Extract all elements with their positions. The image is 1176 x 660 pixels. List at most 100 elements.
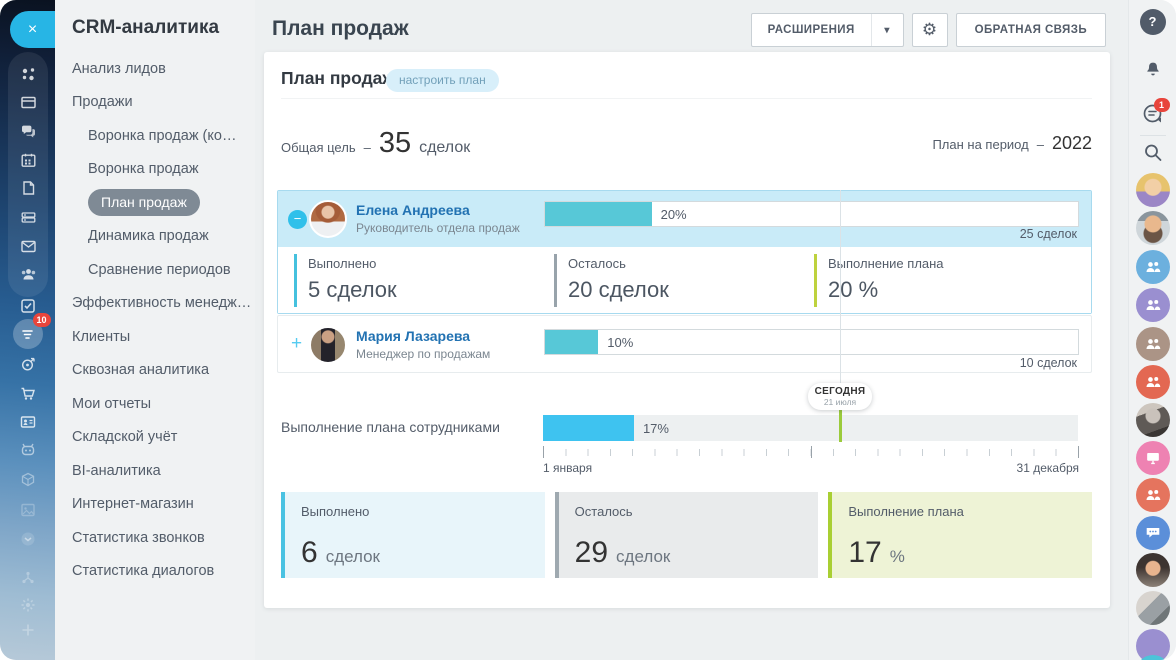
today-marker-line bbox=[839, 408, 842, 442]
group-avatar-orange[interactable] bbox=[1136, 478, 1170, 512]
goal-dash: – bbox=[364, 140, 371, 155]
avatar-elena[interactable] bbox=[309, 200, 347, 238]
employee-role: Руководитель отдела продаж bbox=[356, 221, 520, 235]
card-header-divider bbox=[281, 98, 1092, 99]
notifications-bell-icon[interactable] bbox=[1142, 60, 1163, 81]
sidebar-item-sales-funnel[interactable]: Воронка продаж bbox=[55, 153, 255, 187]
goal-value: 35 bbox=[379, 127, 411, 160]
group-icon bbox=[1144, 373, 1162, 391]
calendar-icon[interactable] bbox=[20, 152, 37, 169]
group-icon bbox=[1144, 296, 1162, 314]
avatar-office-photo[interactable] bbox=[1136, 591, 1170, 625]
progress-fill bbox=[545, 202, 652, 226]
goal-label: Общая цель bbox=[281, 140, 356, 155]
avatar-maria[interactable] bbox=[309, 326, 347, 364]
progress-fill bbox=[543, 415, 634, 441]
menu-close-button[interactable]: × bbox=[10, 11, 55, 48]
sidebar-item-lead-analysis[interactable]: Анализ лидов bbox=[55, 52, 255, 86]
sidebar-item-clients[interactable]: Клиенты bbox=[55, 320, 255, 354]
marketing-icon[interactable] bbox=[19, 356, 36, 373]
sidebar-item-manager-efficiency[interactable]: Эффективность менедж… bbox=[55, 287, 255, 321]
stat-done: Выполнено 5 сделок bbox=[294, 254, 397, 307]
period-value: 2022 bbox=[1052, 133, 1092, 154]
timeline-start-label: 1 января bbox=[543, 461, 592, 475]
employee-row-maria: + Мария Лазарева Менеджер по продажам 10… bbox=[277, 315, 1092, 373]
employee-name-link[interactable]: Мария Лазарева bbox=[356, 328, 470, 344]
employees-icon[interactable] bbox=[20, 266, 37, 283]
avatar-woman-blonde[interactable] bbox=[1136, 173, 1170, 207]
sidebar-item-period-comparison[interactable]: Сравнение периодов bbox=[55, 253, 255, 287]
mail-icon[interactable] bbox=[20, 238, 37, 255]
group-avatar-brown[interactable] bbox=[1136, 327, 1170, 361]
avatar-woman-photo[interactable] bbox=[1136, 403, 1170, 437]
settings-button[interactable]: ⚙ bbox=[912, 13, 948, 47]
employee-name-link[interactable]: Елена Андреева bbox=[356, 202, 470, 218]
chevron-down-icon[interactable] bbox=[19, 531, 36, 548]
avatar-woman-photo-2[interactable] bbox=[1136, 553, 1170, 587]
employee-group-elena: − Елена Андреева Руководитель отдела про… bbox=[277, 190, 1092, 314]
crm-funnel-icon bbox=[19, 326, 36, 343]
major-tick-end bbox=[1078, 446, 1079, 458]
warehouse-icon[interactable] bbox=[19, 472, 36, 489]
summary-card-plan-completion: Выполнение плана 17% bbox=[828, 492, 1092, 578]
contact-center-icon[interactable] bbox=[19, 414, 36, 431]
group-avatar-red[interactable] bbox=[1136, 365, 1170, 399]
group-avatar-purple[interactable] bbox=[1136, 288, 1170, 322]
tasks-icon[interactable] bbox=[19, 298, 36, 315]
right-rail: ? 1 bbox=[1128, 0, 1176, 660]
crm-icon[interactable]: 10 bbox=[13, 319, 43, 349]
collapse-button[interactable]: − bbox=[288, 210, 307, 229]
left-rail-icon-group bbox=[8, 52, 48, 297]
drive-icon[interactable] bbox=[20, 209, 37, 226]
sidebar-item-end-to-end-analytics[interactable]: Сквозная аналитика bbox=[55, 354, 255, 388]
live-feed-icon[interactable] bbox=[20, 66, 37, 83]
goal-row: Общая цель – 35 сделок План на период – … bbox=[281, 122, 1092, 164]
group-avatar-chat[interactable] bbox=[1136, 516, 1170, 550]
timeline-labels: 1 января 31 декабря bbox=[543, 461, 1079, 475]
sidebar-item-sales-funnel-conversion[interactable]: Воронка продаж (ко… bbox=[55, 119, 255, 153]
help-button[interactable]: ? bbox=[1140, 9, 1166, 35]
sidebar-item-bi-analytics[interactable]: BI-аналитика bbox=[55, 454, 255, 488]
workspace-icon[interactable] bbox=[20, 94, 37, 111]
employee-progress-bar: 20% bbox=[544, 201, 1079, 227]
configure-plan-chip[interactable]: настроить план bbox=[386, 69, 499, 92]
stat-remaining: Осталось 20 сделок bbox=[554, 254, 669, 307]
sidebar-item-online-store[interactable]: Интернет-магазин bbox=[55, 488, 255, 522]
card-title: План продаж bbox=[281, 68, 395, 89]
search-icon[interactable] bbox=[1143, 143, 1162, 162]
sidebar-item-warehouse[interactable]: Складской учёт bbox=[55, 421, 255, 455]
sidebar-item-sales-plan-active[interactable]: План продаж bbox=[55, 186, 255, 220]
messenger-icon[interactable] bbox=[20, 123, 37, 140]
online-store-icon[interactable] bbox=[19, 386, 36, 403]
messenger-button[interactable]: 1 bbox=[1141, 102, 1165, 126]
sidebar-item-my-reports[interactable]: Мои отчеты bbox=[55, 387, 255, 421]
period-label: План на период bbox=[932, 137, 1028, 152]
sidebar-item-dialog-statistics[interactable]: Статистика диалогов bbox=[55, 555, 255, 589]
sidebar-item-sales[interactable]: Продажи bbox=[55, 86, 255, 120]
rail-divider bbox=[1140, 135, 1166, 136]
group-avatar-blue[interactable] bbox=[1136, 250, 1170, 284]
progress-label: 20% bbox=[661, 207, 687, 222]
summary-card-remaining: Осталось 29сделок bbox=[555, 492, 819, 578]
automation-icon[interactable] bbox=[19, 570, 36, 587]
question-icon: ? bbox=[1149, 14, 1157, 29]
feedback-button[interactable]: ОБРАТНАЯ СВЯЗЬ bbox=[956, 13, 1106, 47]
gallery-icon[interactable] bbox=[19, 502, 36, 519]
extensions-button[interactable]: РАСШИРЕНИЯ ▾ bbox=[751, 13, 904, 47]
avatar-man-beard[interactable] bbox=[1136, 211, 1170, 245]
goal-unit: сделок bbox=[419, 139, 470, 157]
group-avatar-pink-screen[interactable] bbox=[1136, 441, 1170, 475]
add-icon[interactable] bbox=[19, 622, 36, 639]
team-progress-bar: 17% bbox=[543, 415, 1078, 441]
crm-analytics-sidebar: CRM-аналитика Анализ лидов Продажи Ворон… bbox=[55, 0, 255, 660]
extensions-dropdown-caret[interactable]: ▾ bbox=[871, 14, 903, 46]
sidebar-item-call-statistics[interactable]: Статистика звонков bbox=[55, 521, 255, 555]
ai-assistant-icon[interactable] bbox=[19, 442, 36, 459]
expand-button[interactable]: + bbox=[291, 333, 302, 355]
documents-icon[interactable] bbox=[20, 180, 37, 197]
close-icon: × bbox=[28, 21, 37, 39]
header-buttons: РАСШИРЕНИЯ ▾ ⚙ ОБРАТНАЯ СВЯЗЬ bbox=[751, 13, 1106, 47]
settings-icon[interactable] bbox=[19, 597, 36, 614]
sidebar-title: CRM-аналитика bbox=[72, 17, 219, 39]
sidebar-item-sales-dynamics[interactable]: Динамика продаж bbox=[55, 220, 255, 254]
